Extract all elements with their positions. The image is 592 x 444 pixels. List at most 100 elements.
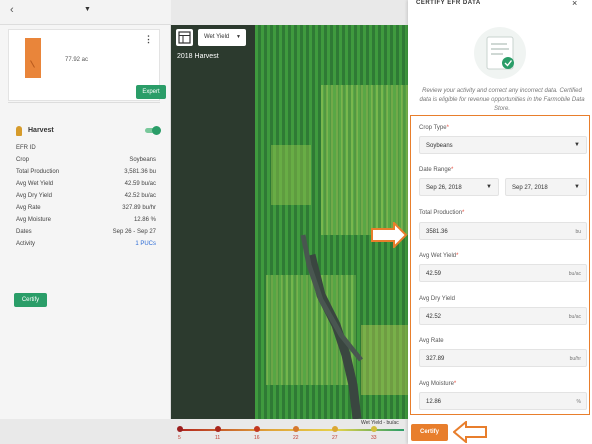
- close-icon[interactable]: ×: [572, 0, 577, 8]
- total-production-input[interactable]: 3581.36 bu: [419, 222, 587, 240]
- date-range-label: Date Range*: [419, 167, 453, 173]
- prop-value: 12.86 %: [133, 217, 156, 223]
- legend-title: Wet Yield - bu/ac: [361, 420, 399, 426]
- left-panel: 77.92 ac ⋮ Expert Harvest EFR ID Crop Soy…: [0, 25, 171, 419]
- harvest-header: Harvest: [14, 126, 161, 138]
- prop-avg-moisture: Avg Moisture 12.86 %: [16, 215, 156, 227]
- certify-form: Crop Type* Soybeans ▼ Date Range* Sep 26…: [410, 115, 590, 415]
- legend-tick-label: 27: [332, 435, 338, 441]
- crop-type-value: Soybeans: [426, 143, 453, 149]
- legend-tick-dot: [215, 426, 221, 432]
- avg-moisture-value: 12.86: [426, 399, 442, 405]
- prop-activity: Activity 1 PUCs: [16, 239, 156, 251]
- drawer-note: Review your activity and correct any inc…: [419, 88, 585, 112]
- field-boundary-thumbnail: [25, 38, 41, 78]
- chevron-down-icon: ▼: [574, 142, 580, 148]
- total-production-unit: bu: [575, 229, 581, 235]
- annotation-arrow-icon: [371, 222, 408, 248]
- avg-moisture-label-text: Avg Moisture: [419, 381, 454, 387]
- prop-avg-dry-yield: Avg Dry Yield 42.52 bu/ac: [16, 191, 156, 203]
- prop-key: Avg Rate: [16, 205, 41, 211]
- chevron-down-icon: ▼: [236, 34, 241, 40]
- top-bar: ‹ ▼: [0, 0, 171, 25]
- property-list: EFR ID Crop Soybeans Total Production 3,58…: [16, 143, 156, 251]
- chevron-down-icon: ▼: [486, 184, 492, 190]
- avg-rate-unit: bu/hr: [569, 356, 581, 362]
- prop-efr-id: EFR ID: [16, 143, 156, 155]
- divider: [8, 102, 160, 103]
- prop-dates: Dates Sep 26 - Sep 27: [16, 227, 156, 239]
- legend-tick-label: 22: [293, 435, 299, 441]
- date-end-value: Sep 27, 2018: [512, 185, 548, 191]
- harvest-toggle[interactable]: [145, 126, 161, 135]
- date-start-select[interactable]: Sep 26, 2018 ▼: [419, 178, 499, 196]
- avg-rate-input[interactable]: 327.89 bu/hr: [419, 349, 587, 367]
- certify-button-sidebar[interactable]: Certify: [14, 293, 47, 307]
- required-mark: *: [462, 210, 465, 216]
- required-mark: *: [456, 253, 459, 259]
- map-layer-label: Wet Yield: [204, 34, 230, 40]
- more-options-icon[interactable]: ⋮: [144, 34, 153, 45]
- prop-key: Avg Moisture: [16, 217, 51, 223]
- total-production-label-text: Total Production: [419, 210, 463, 216]
- prop-key: Dates: [16, 229, 32, 235]
- harvest-title: Harvest: [28, 127, 54, 134]
- avg-wet-yield-input[interactable]: 42.59 bu/ac: [419, 264, 587, 282]
- legend-tick-label: 5: [178, 435, 181, 441]
- prop-key: Total Production: [16, 169, 60, 175]
- toggle-knob: [152, 126, 161, 135]
- date-end-select[interactable]: Sep 27, 2018 ▼: [505, 178, 587, 196]
- date-range-label-text: Date Range: [419, 167, 452, 173]
- total-production-label: Total Production*: [419, 210, 464, 216]
- required-mark: *: [446, 125, 449, 131]
- prop-value: 327.89 bu/hr: [122, 205, 156, 211]
- avg-wet-yield-value: 42.59: [426, 271, 442, 277]
- expert-button[interactable]: Expert: [136, 85, 166, 99]
- avg-dry-yield-value: 42.52: [426, 314, 442, 320]
- prop-key: Activity: [16, 241, 36, 247]
- prop-avg-rate: Avg Rate 327.89 bu/hr: [16, 203, 156, 215]
- certify-button[interactable]: Certify: [411, 424, 448, 441]
- prop-total-production: Total Production 3,581.36 bu: [16, 167, 156, 179]
- legend-tick-dot: [371, 426, 377, 432]
- activity-link[interactable]: 1 PUCs: [135, 241, 156, 247]
- chevron-down-icon[interactable]: ▼: [84, 6, 91, 13]
- map-layer-select[interactable]: Wet Yield ▼: [198, 29, 246, 46]
- date-start-value: Sep 26, 2018: [426, 185, 462, 191]
- avg-dry-yield-label: Avg Dry Yield: [419, 296, 455, 302]
- avg-dry-yield-input[interactable]: 42.52 bu/ac: [419, 307, 587, 325]
- legend-tick-dot: [254, 426, 260, 432]
- legend-tick-dot: [332, 426, 338, 432]
- avg-moisture-label: Avg Moisture*: [419, 381, 456, 387]
- required-mark: *: [451, 167, 454, 173]
- field-card: 77.92 ac ⋮ Expert: [8, 29, 166, 101]
- prop-value: 3,581.36 bu: [124, 169, 156, 175]
- prop-value: Soybeans: [129, 157, 156, 163]
- drawer-title: CERTIFY EFR DATA: [416, 0, 481, 6]
- prop-value: 42.52 bu/ac: [124, 193, 156, 199]
- prop-value: Sep 26 - Sep 27: [112, 229, 156, 235]
- prop-value: 42.59 bu/ac: [124, 181, 156, 187]
- avg-wet-yield-unit: bu/ac: [568, 271, 581, 277]
- avg-wet-yield-label: Avg Wet Yield*: [419, 253, 458, 259]
- legend-tick-label: 33: [371, 435, 377, 441]
- prop-avg-wet-yield: Avg Wet Yield 42.59 bu/ac: [16, 179, 156, 191]
- avg-rate-label: Avg Rate: [419, 338, 444, 344]
- avg-moisture-input[interactable]: 12.86 %: [419, 392, 587, 410]
- prop-key: Avg Wet Yield: [16, 181, 54, 187]
- prop-key: EFR ID: [16, 145, 36, 151]
- back-arrow-icon[interactable]: ‹: [10, 4, 14, 16]
- legend-tick-label: 11: [215, 435, 221, 441]
- field-acres: 77.92 ac: [65, 57, 89, 63]
- crop-type-label-text: Crop Type: [419, 125, 447, 131]
- required-mark: *: [453, 381, 457, 387]
- crop-type-label: Crop Type*: [419, 125, 449, 131]
- avg-moisture-unit: %: [576, 399, 581, 405]
- crop-type-select[interactable]: Soybeans ▼: [419, 136, 587, 154]
- layout-toggle-icon[interactable]: [176, 29, 193, 46]
- prop-key: Avg Dry Yield: [16, 193, 52, 199]
- legend-tick-label: 16: [254, 435, 260, 441]
- yield-legend: Wet Yield - bu/ac 5 11 16 22 27 33: [171, 419, 408, 444]
- legend-tick-dot: [177, 426, 183, 432]
- avg-rate-value: 327.89: [426, 356, 445, 362]
